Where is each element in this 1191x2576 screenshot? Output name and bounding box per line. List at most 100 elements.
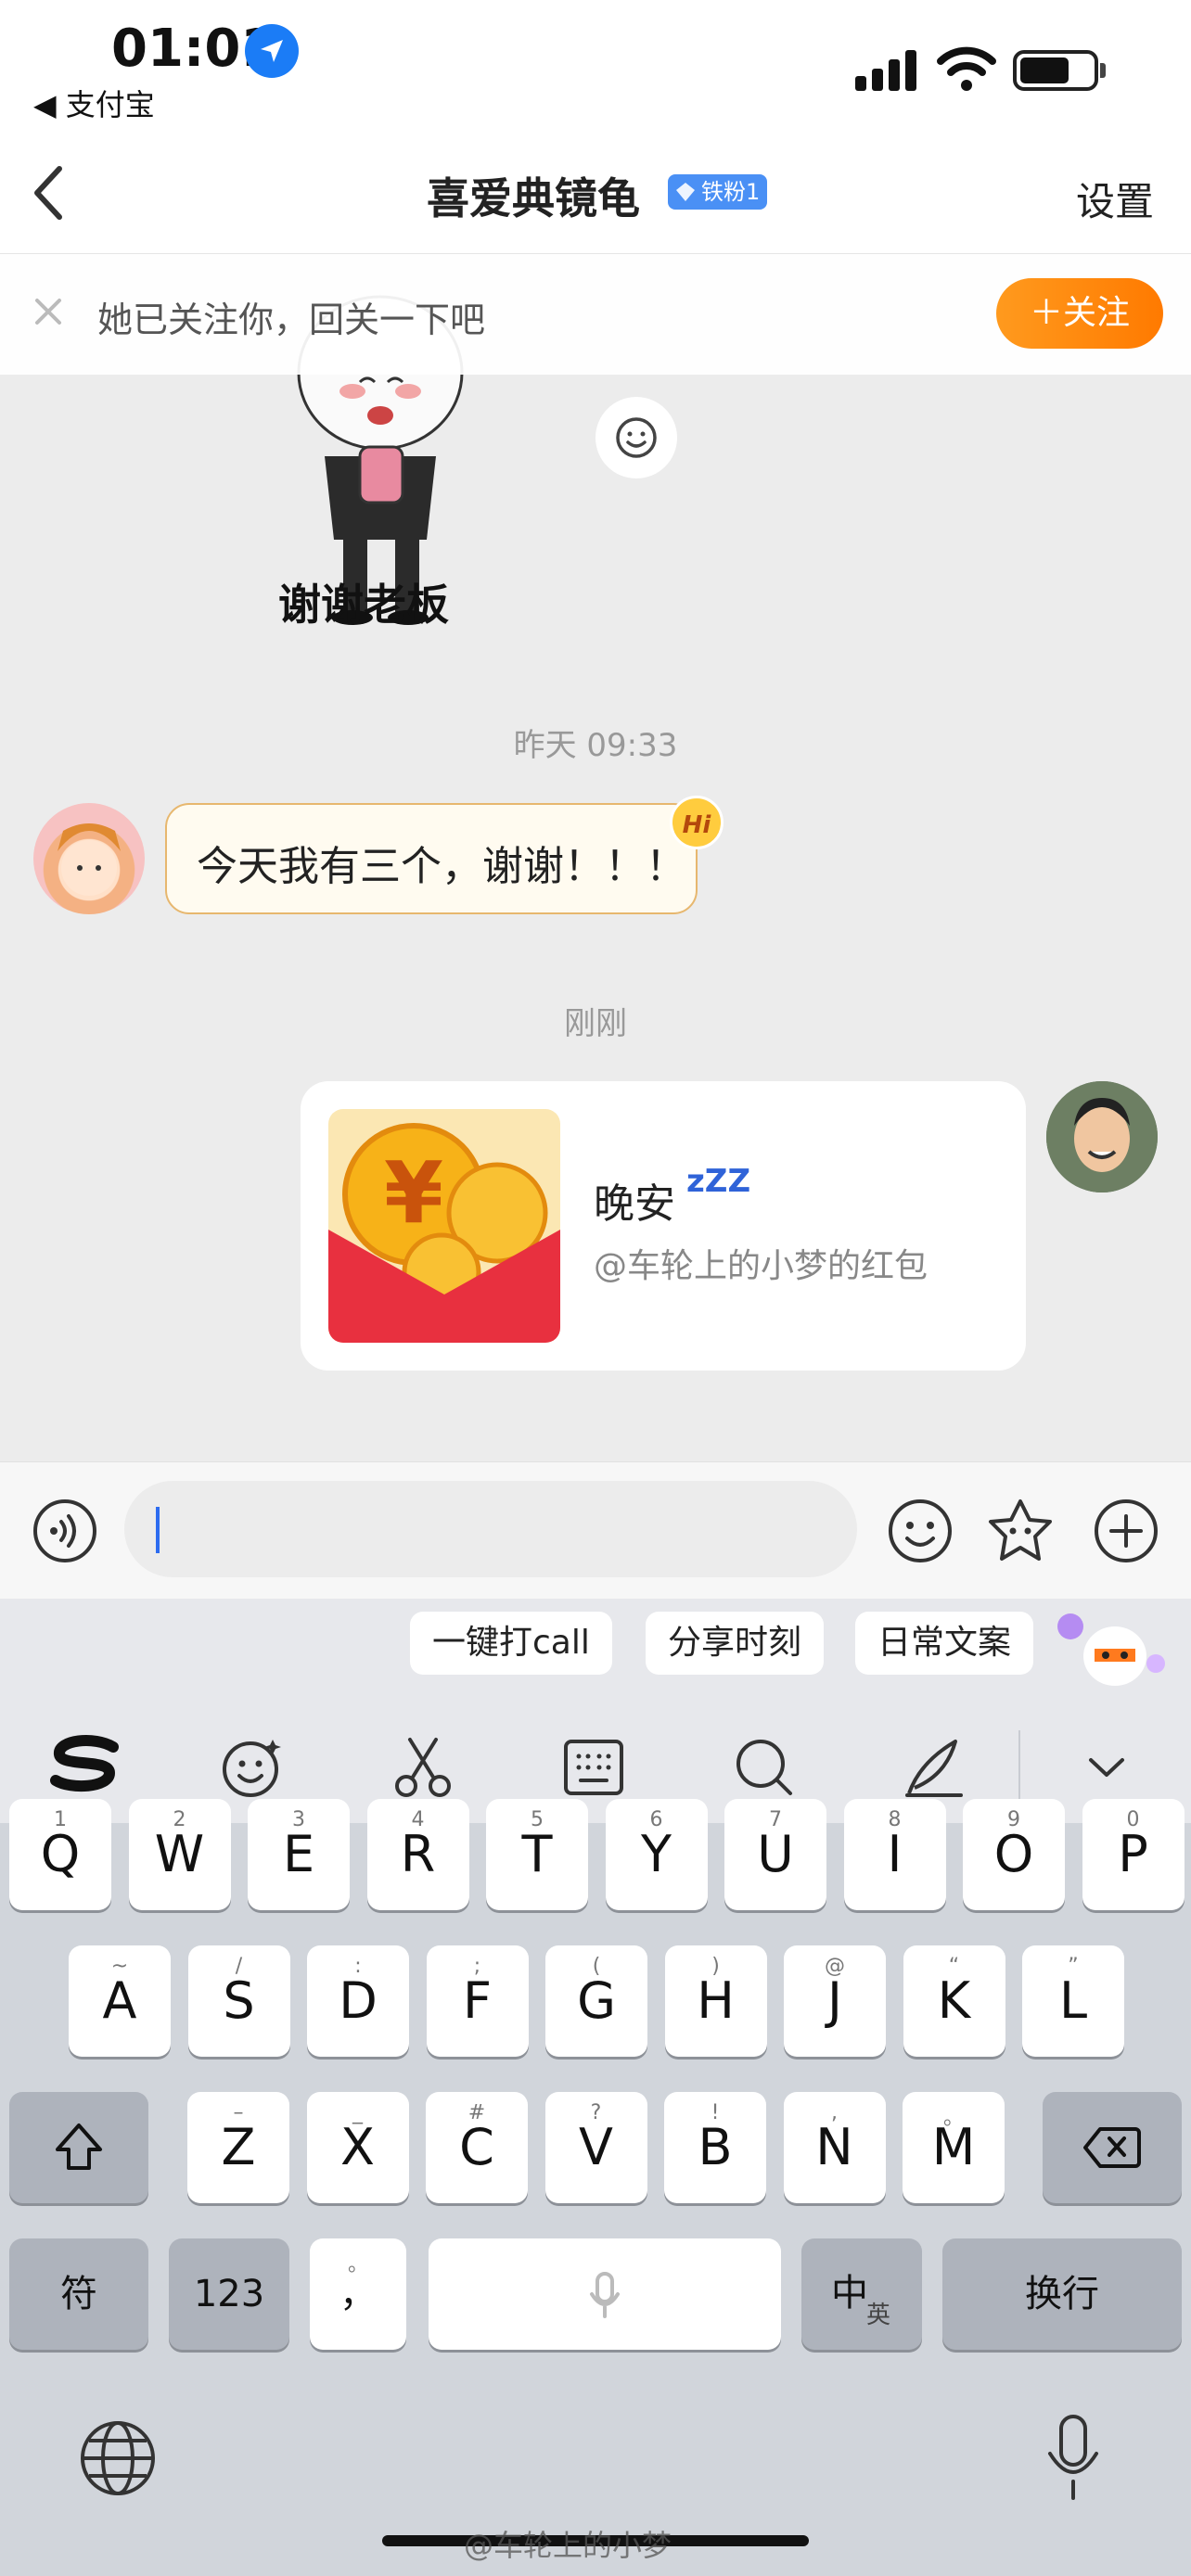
number-key[interactable]: 123 bbox=[169, 2238, 289, 2350]
key-d[interactable]: :D bbox=[307, 1945, 409, 2057]
watermark: @车轮上的小梦 bbox=[464, 2528, 672, 2563]
sticker-caption: 谢谢老板 bbox=[278, 580, 449, 630]
backspace-icon bbox=[1083, 2127, 1141, 2168]
svg-text:¥: ¥ bbox=[384, 1143, 443, 1243]
globe-icon[interactable] bbox=[78, 2418, 158, 2498]
my-avatar[interactable] bbox=[1046, 1081, 1158, 1192]
scissors-icon[interactable] bbox=[390, 1734, 456, 1801]
key-hint: 5 bbox=[531, 1808, 544, 1831]
key-w[interactable]: 2W bbox=[128, 1799, 231, 1910]
key-j[interactable]: @ J bbox=[784, 1945, 886, 2057]
backspace-key[interactable] bbox=[1043, 2092, 1182, 2203]
lang-sub-label: 英 bbox=[866, 2302, 891, 2329]
key-hint: 。 bbox=[942, 2107, 964, 2130]
key-y[interactable]: 6Y bbox=[605, 1799, 708, 1910]
key-a[interactable]: ~ A bbox=[69, 1945, 171, 2057]
key-p[interactable]: 0P bbox=[1082, 1799, 1185, 1910]
shift-key[interactable] bbox=[9, 2092, 148, 2203]
collapse-keyboard-icon[interactable] bbox=[1085, 1734, 1128, 1801]
key-hint: “ bbox=[948, 1955, 960, 1978]
key-f[interactable]: ; F bbox=[426, 1945, 529, 2057]
key-hint: ; bbox=[473, 1955, 481, 1978]
sticker-icon[interactable] bbox=[985, 1496, 1056, 1566]
handwriting-icon[interactable] bbox=[902, 1734, 968, 1801]
key-q[interactable]: 1Q bbox=[9, 1799, 111, 1910]
key-hint: 4 bbox=[411, 1808, 425, 1831]
toolbar-divider bbox=[1018, 1730, 1020, 1799]
key-row-4: 符 123 。 ， 中 英 换行 bbox=[0, 2238, 1191, 2350]
red-packet-title: 晚安 bbox=[594, 1180, 675, 1228]
text-caret bbox=[156, 1507, 160, 1553]
language-switch-key[interactable]: 中 英 bbox=[801, 2238, 922, 2350]
sogou-logo-icon[interactable] bbox=[48, 1734, 122, 1793]
back-to-app-link[interactable]: ◀ 支付宝 bbox=[33, 82, 155, 124]
key-hint: 1 bbox=[54, 1808, 67, 1831]
suggestion-chip[interactable]: 一键打call bbox=[410, 1612, 612, 1675]
keyboard-layout-icon[interactable] bbox=[560, 1734, 627, 1801]
key-x[interactable]: _ X bbox=[306, 2092, 409, 2203]
key-t[interactable]: 5T bbox=[486, 1799, 588, 1910]
key-r[interactable]: 4R bbox=[366, 1799, 469, 1910]
key-hint: 。 bbox=[347, 2253, 368, 2276]
key-b[interactable]: ! B bbox=[664, 2092, 766, 2203]
number-key-label: 123 bbox=[193, 2273, 265, 2315]
key-s[interactable]: / S bbox=[187, 1945, 290, 2057]
key-row-3: – Z _ X # C? V! B, N。 M bbox=[0, 2092, 1191, 2203]
space-key[interactable] bbox=[429, 2238, 781, 2350]
key-c[interactable]: # C bbox=[426, 2092, 528, 2203]
message-input[interactable] bbox=[124, 1481, 857, 1577]
emoji-icon[interactable] bbox=[885, 1496, 955, 1566]
emoji-reaction-icon bbox=[616, 417, 657, 458]
key-u[interactable]: 7U bbox=[724, 1799, 826, 1910]
key-o[interactable]: 9O bbox=[963, 1799, 1065, 1910]
key-hint: 2 bbox=[173, 1808, 186, 1831]
search-icon[interactable] bbox=[731, 1734, 798, 1801]
wifi-icon bbox=[937, 46, 996, 91]
key-g[interactable]: (G bbox=[545, 1945, 647, 2057]
emoji-reaction-button[interactable] bbox=[596, 397, 677, 478]
suggestion-chip[interactable]: 分享时刻 bbox=[646, 1612, 825, 1675]
key-n[interactable]: ,N bbox=[783, 2092, 886, 2203]
key-l[interactable]: ” L bbox=[1022, 1945, 1124, 2057]
location-arrow-icon bbox=[245, 24, 299, 78]
key-e[interactable]: 3E bbox=[248, 1799, 350, 1910]
key-hint: # bbox=[467, 2101, 486, 2124]
punctuation-key[interactable]: 。 ， bbox=[310, 2238, 406, 2350]
key-z[interactable]: – Z bbox=[187, 2092, 289, 2203]
key-hint: – bbox=[233, 2101, 244, 2124]
incoming-message-bubble[interactable]: 今天我有三个，谢谢！！！ bbox=[165, 803, 698, 914]
key-h[interactable]: ) H bbox=[664, 1945, 767, 2057]
follow-button[interactable]: ＋关注 bbox=[996, 278, 1163, 349]
key-hint: ? bbox=[590, 2101, 602, 2124]
enter-key[interactable]: 换行 bbox=[942, 2238, 1182, 2350]
key-v[interactable]: ? V bbox=[544, 2092, 647, 2203]
key-i[interactable]: 8I bbox=[843, 1799, 946, 1910]
settings-button[interactable]: 设置 bbox=[1076, 171, 1154, 227]
fan-level-badge: 铁粉1 bbox=[668, 174, 768, 210]
symbol-key[interactable]: 符 bbox=[9, 2238, 148, 2350]
key-hint: ) bbox=[711, 1955, 720, 1978]
microphone-icon bbox=[590, 2272, 620, 2318]
message-timestamp: 昨天 09:33 bbox=[513, 727, 678, 764]
key-hint: 8 bbox=[888, 1808, 902, 1831]
follow-back-text: 她已关注你，回关一下吧 bbox=[97, 300, 486, 340]
suggestion-chip[interactable]: 日常文案 bbox=[855, 1612, 1034, 1675]
emoji-icon[interactable] bbox=[219, 1734, 286, 1801]
fan-badge-label: 铁粉1 bbox=[701, 179, 761, 205]
voice-icon[interactable] bbox=[32, 1498, 98, 1564]
battery-icon bbox=[1013, 50, 1098, 91]
hi-badge: Hi bbox=[670, 796, 724, 849]
key-hint: ~ bbox=[110, 1955, 129, 1978]
key-hint: _ bbox=[352, 2101, 363, 2124]
red-packet-message[interactable]: ¥ 晚安 zZZ @车轮上的小梦的红包 bbox=[301, 1081, 1026, 1371]
key-m[interactable]: 。 M bbox=[903, 2092, 1005, 2203]
chevron-left-icon[interactable] bbox=[30, 163, 67, 223]
key-row-2: ~ A / S: D; F(G) H @ J “K” L bbox=[0, 1945, 1191, 2057]
suggestion-row: 一键打call 分享时刻 日常文案 bbox=[0, 1599, 1191, 1702]
key-k[interactable]: “K bbox=[903, 1945, 1005, 2057]
dictation-microphone-icon[interactable] bbox=[1041, 2411, 1106, 2504]
close-icon[interactable] bbox=[28, 291, 69, 332]
plus-circle-icon[interactable] bbox=[1091, 1496, 1161, 1566]
keyboard-mascot-icon[interactable] bbox=[1052, 1602, 1171, 1695]
contact-avatar[interactable] bbox=[33, 803, 145, 914]
